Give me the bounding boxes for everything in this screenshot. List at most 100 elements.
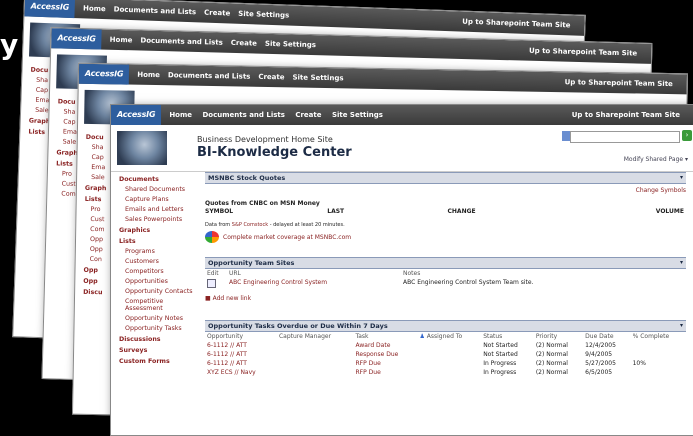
quick-launch-item[interactable]: Programs: [125, 248, 195, 255]
nav-documents-lists[interactable]: Documents and Lists: [140, 37, 223, 47]
task-task[interactable]: RFP Due: [354, 368, 418, 377]
up-to-sharepoint-link[interactable]: Up to Sharepoint Team Site: [572, 111, 680, 119]
task-empty-cell: [277, 359, 354, 368]
task-status: Not Started: [483, 351, 518, 358]
up-to-link[interactable]: Up to Sharepoint Team Site: [462, 18, 570, 30]
user-icon: ♟: [419, 333, 425, 340]
quick-launch-heading[interactable]: Lists: [119, 238, 195, 245]
table-row: ABC Engineering Control System ABC Engin…: [205, 278, 686, 291]
edit-icon[interactable]: [207, 279, 216, 288]
nav-documents-lists[interactable]: Documents and Lists: [168, 71, 251, 80]
nav-home[interactable]: Home: [137, 71, 160, 79]
quick-launch-item[interactable]: Opportunity Contacts: [125, 288, 195, 295]
table-row: 6-1112 // ATT Response Due Not Started (2) …: [205, 350, 686, 359]
nav-documents-lists[interactable]: Documents and Lists: [202, 111, 284, 119]
task-due: 9/4/2005: [585, 351, 613, 358]
change-symbols-link[interactable]: Change Symbols: [205, 187, 686, 194]
task-pct: 10%: [632, 360, 646, 367]
quotes-table: SYMBOL LAST CHANGE VOLUME: [205, 208, 684, 215]
logo: AccessIG: [111, 105, 162, 125]
main-window: AccessIG Home Documents and Lists Create…: [110, 104, 693, 436]
task-empty-cell: [417, 350, 481, 359]
nav-site-settings[interactable]: Site Settings: [238, 10, 289, 20]
msnbc-coverage: Complete market coverage at MSNBC.com: [205, 231, 686, 243]
quick-launch-item[interactable]: Shared Documents: [125, 186, 195, 193]
task-opp[interactable]: XYZ ECS // Navy: [205, 368, 277, 377]
task-empty-cell: [277, 341, 354, 350]
task-due: 12/4/2005: [585, 342, 616, 349]
msnbc-logo-icon: [205, 231, 219, 243]
tasks-header: Opportunity Tasks Overdue or Due Within …: [205, 320, 686, 332]
assigned-to-header[interactable]: ♟ Assigned To: [417, 332, 481, 341]
up-to-link[interactable]: Up to Sharepoint Team Site: [565, 78, 673, 88]
quick-launch-item[interactable]: Competitive Assessment: [125, 298, 195, 312]
task-task[interactable]: Award Date: [354, 341, 418, 350]
task-status: In Progress: [483, 360, 517, 367]
task-task[interactable]: Response Due: [354, 350, 418, 359]
quick-launch-heading[interactable]: Surveys: [119, 347, 195, 354]
nav-create[interactable]: Create: [231, 39, 257, 48]
msnbc-header: MSNBC Stock Quotes ▾: [205, 172, 686, 184]
quick-launch-item[interactable]: Sales Powerpoints: [125, 216, 195, 223]
team-site-link[interactable]: ABC Engineering Control System: [227, 278, 401, 291]
site-subtitle: Business Development Home Site: [197, 135, 333, 144]
team-sites-header: Opportunity Team Sites ▾: [205, 257, 686, 269]
modify-shared-page[interactable]: Modify Shared Page ▾: [624, 156, 688, 163]
quick-launch-item[interactable]: Opportunities: [125, 278, 195, 285]
nav-home[interactable]: Home: [110, 36, 133, 45]
nav-create[interactable]: Create: [258, 73, 284, 81]
task-due: 6/5/2005: [585, 369, 613, 376]
logo: AccessIG: [78, 63, 130, 85]
nav-documents-lists[interactable]: Documents and Lists: [114, 5, 197, 16]
page-title: BI-Knowledge Center: [197, 145, 352, 160]
task-opp[interactable]: 6-1112 // ATT: [205, 350, 277, 359]
quick-launch-item[interactable]: Capture Plans: [125, 196, 195, 203]
task-task[interactable]: RFP Due: [354, 359, 418, 368]
task-empty-cell: [277, 350, 354, 359]
web-part-menu-icon[interactable]: ▾: [680, 258, 683, 268]
nav-create[interactable]: Create: [295, 111, 321, 119]
nav-home[interactable]: Home: [169, 111, 192, 119]
nav-site-settings[interactable]: Site Settings: [265, 40, 316, 49]
add-new-link[interactable]: ■ Add new link: [205, 295, 686, 302]
nav-site-settings[interactable]: Site Settings: [332, 111, 383, 119]
web-part-menu-icon[interactable]: ▾: [680, 321, 683, 331]
quick-launch-item[interactable]: Opportunity Notes: [125, 315, 195, 322]
task-pct: [631, 350, 686, 359]
quick-launch: Documents Shared Documents Capture Plans Em…: [111, 172, 195, 435]
sap-comstock-link[interactable]: S&P Comstock: [232, 222, 268, 228]
task-prio: (2) Normal: [535, 360, 568, 367]
task-prio: (2) Normal: [535, 351, 568, 358]
quick-launch-heading[interactable]: Discussions: [119, 336, 195, 343]
quick-launch-item[interactable]: Emails and Letters: [125, 206, 195, 213]
table-row: 6-1112 // ATT RFP Due In Progress (2) Norma…: [205, 359, 686, 368]
quick-launch-item[interactable]: Opportunity Tasks: [125, 325, 195, 332]
site-image: [117, 131, 167, 165]
quick-launch-heading[interactable]: Custom Forms: [119, 358, 195, 365]
table-row: XYZ ECS // Navy RFP Due In Progress (2) Nor…: [205, 368, 686, 377]
task-opp[interactable]: 6-1112 // ATT: [205, 359, 277, 368]
nav-home[interactable]: Home: [83, 4, 106, 13]
task-opp[interactable]: 6-1112 // ATT: [205, 341, 277, 350]
main-content: MSNBC Stock Quotes ▾ Change Symbols Quote…: [205, 172, 686, 435]
nav-create[interactable]: Create: [204, 9, 230, 18]
task-pct: [631, 341, 686, 350]
task-empty-cell: [277, 368, 354, 377]
data-source: Data from S&P Comstock - delayed at leas…: [205, 222, 345, 228]
logo: AccessIG: [51, 28, 102, 50]
task-empty-cell: [417, 341, 481, 350]
quotes-title: Quotes from CNBC on MSN Money: [205, 200, 320, 207]
quick-launch-item[interactable]: Competitors: [125, 268, 195, 275]
msnbc-coverage-link[interactable]: Complete market coverage at MSNBC.com: [223, 234, 351, 241]
up-to-link[interactable]: Up to Sharepoint Team Site: [529, 47, 637, 58]
search-go-icon[interactable]: ›: [682, 130, 692, 141]
web-part-menu-icon[interactable]: ▾: [680, 173, 683, 183]
nav-site-settings[interactable]: Site Settings: [292, 73, 343, 82]
quick-launch-heading[interactable]: Graphics: [119, 227, 195, 234]
quick-launch-item[interactable]: Customers: [125, 258, 195, 265]
task-empty-cell: [417, 368, 481, 377]
quick-launch-heading[interactable]: Documents: [119, 176, 195, 183]
task-pct: [631, 368, 686, 377]
search-input[interactable]: [570, 131, 680, 143]
site-header: Business Development Home Site BI-Knowle…: [111, 125, 693, 172]
